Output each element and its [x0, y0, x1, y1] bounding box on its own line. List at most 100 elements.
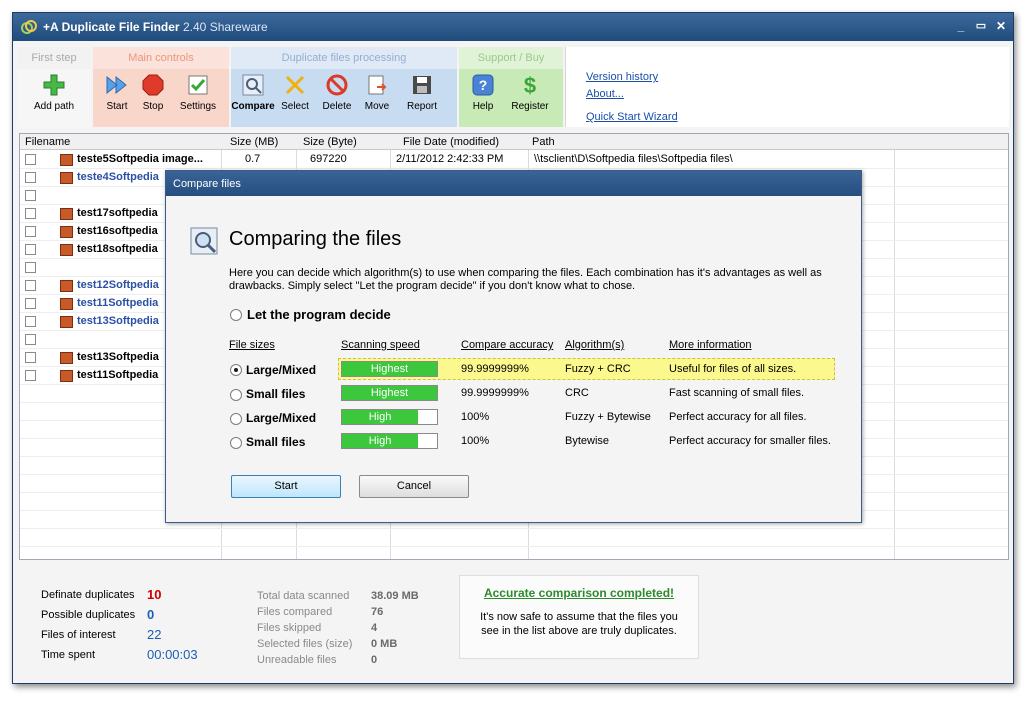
table-row[interactable]: teste5Softpedia image... 0.7 697220 2/11…: [20, 151, 1008, 169]
stop-button[interactable]: Stop: [133, 73, 173, 112]
group-processing: Compare Select Delete Move Report: [231, 69, 457, 127]
image-file-icon: [60, 370, 73, 382]
column-file-date[interactable]: File Date (modified): [403, 136, 499, 148]
let-program-decide-radio[interactable]: [230, 309, 242, 321]
option-info: Perfect accuracy for smaller files.: [669, 435, 831, 447]
move-icon: [368, 75, 387, 95]
group-support-title: Support / Buy: [459, 47, 563, 69]
option-file-size: Large/Mixed: [246, 411, 317, 425]
maximize-button[interactable]: ▭: [973, 19, 989, 34]
stop-icon: [142, 74, 164, 96]
move-button[interactable]: Move: [357, 73, 397, 112]
group-processing-title: Duplicate files processing: [231, 47, 457, 69]
option-algorithm: Bytewise: [565, 435, 610, 447]
list-header: Filename Size (MB) Size (Byte) File Date…: [20, 134, 1008, 150]
register-button[interactable]: $ Register: [505, 73, 555, 112]
start-label: Start: [106, 101, 128, 112]
possible-duplicates-value: 0: [147, 607, 155, 622]
help-icon: ?: [472, 74, 494, 96]
row-checkbox[interactable]: [25, 334, 36, 345]
start-compare-button[interactable]: Start: [231, 475, 341, 498]
selected-files-value: 0 MB: [371, 638, 398, 650]
option-speed: Highest: [370, 363, 409, 375]
row-checkbox[interactable]: [25, 244, 36, 255]
column-filename[interactable]: Filename: [25, 136, 70, 148]
header-more-information: More information: [669, 339, 752, 351]
option-speed: Highest: [370, 387, 409, 399]
magnifier-icon: [242, 74, 264, 96]
header-file-sizes: File sizes: [229, 339, 275, 351]
row-checkbox[interactable]: [25, 226, 36, 237]
cancel-button[interactable]: Cancel: [359, 475, 469, 498]
column-size-byte[interactable]: Size (Byte): [303, 136, 357, 148]
delete-button[interactable]: Delete: [315, 73, 359, 112]
option-speed: High: [368, 435, 392, 447]
option-file-size: Large/Mixed: [246, 363, 317, 377]
version-history-link[interactable]: Version history: [586, 71, 658, 83]
row-checkbox[interactable]: [25, 280, 36, 291]
group-main-controls-title: Main controls: [93, 47, 229, 69]
select-button[interactable]: Select: [275, 73, 315, 112]
quick-start-wizard-link[interactable]: Quick Start Wizard: [586, 111, 678, 123]
unreadable-files-label: Unreadable files: [257, 654, 337, 666]
files-compared-value: 76: [371, 606, 384, 618]
links-panel: Version history About... Quick Start Wiz…: [565, 47, 1009, 127]
total-scanned-value: 38.09 MB: [371, 590, 419, 602]
column-size-mb[interactable]: Size (MB): [230, 136, 278, 148]
minimize-button[interactable]: _: [953, 19, 969, 34]
image-file-icon: [60, 172, 73, 184]
image-file-icon: [60, 226, 73, 238]
title-bar[interactable]: +A Duplicate File Finder 2.40 Shareware …: [13, 13, 1013, 41]
option-radio[interactable]: [230, 413, 242, 425]
row-checkbox[interactable]: [25, 352, 36, 363]
row-filename: test16softpedia: [77, 225, 158, 237]
row-checkbox[interactable]: [25, 190, 36, 201]
row-checkbox[interactable]: [25, 208, 36, 219]
files-skipped-label: Files skipped: [257, 622, 322, 634]
option-radio[interactable]: [230, 364, 242, 376]
option-accuracy: 100%: [461, 435, 490, 447]
row-checkbox[interactable]: [25, 298, 36, 309]
definite-duplicates-label: Definate duplicates: [41, 589, 135, 601]
option-speed-bar: Highest: [341, 385, 438, 401]
group-main-controls: Start Stop Settings: [93, 69, 229, 127]
option-algorithm: Fuzzy + CRC: [565, 363, 631, 375]
dollar-icon: $: [524, 73, 536, 97]
row-checkbox[interactable]: [25, 172, 36, 183]
close-button[interactable]: ✕: [993, 19, 1009, 34]
table-row: [20, 529, 1008, 547]
row-checkbox[interactable]: [25, 316, 36, 327]
row-filename: test11Softpedia: [77, 369, 159, 381]
help-button[interactable]: ? Help: [463, 73, 503, 112]
option-info: Perfect accuracy for all files.: [669, 411, 807, 423]
row-checkbox[interactable]: [25, 370, 36, 381]
add-path-button[interactable]: Add path: [29, 73, 79, 112]
group-first-step-title: First step: [17, 47, 91, 69]
dialog-title-bar[interactable]: Compare files: [166, 171, 861, 196]
window-version: 2.40 Shareware: [183, 20, 268, 34]
total-scanned-label: Total data scanned: [257, 590, 350, 602]
add-path-label: Add path: [33, 101, 75, 112]
settings-button[interactable]: Settings: [173, 73, 223, 112]
about-link[interactable]: About...: [586, 88, 624, 100]
image-file-icon: [60, 208, 73, 220]
row-filename: test12Softpedia: [77, 279, 159, 291]
app-logo-icon: [21, 20, 37, 34]
compare-button[interactable]: Compare: [229, 73, 277, 112]
row-checkbox[interactable]: [25, 262, 36, 273]
option-radio[interactable]: [230, 389, 242, 401]
header-compare-accuracy: Compare accuracy: [461, 339, 554, 351]
image-file-icon: [60, 316, 73, 328]
column-path[interactable]: Path: [532, 136, 555, 148]
option-speed: High: [368, 411, 392, 423]
dialog-description: Here you can decide which algorithm(s) t…: [229, 267, 822, 292]
notice-title[interactable]: Accurate comparison completed!: [460, 586, 698, 600]
option-file-size: Small files: [246, 387, 306, 401]
row-file-date: 2/11/2012 2:42:33 PM: [396, 153, 504, 165]
option-radio[interactable]: [230, 437, 242, 449]
row-checkbox[interactable]: [25, 154, 36, 165]
window-title: +A Duplicate File Finder: [43, 20, 180, 34]
report-button[interactable]: Report: [397, 73, 447, 112]
row-filename: test13Softpedia: [77, 351, 159, 363]
select-cross-icon: [285, 75, 305, 95]
